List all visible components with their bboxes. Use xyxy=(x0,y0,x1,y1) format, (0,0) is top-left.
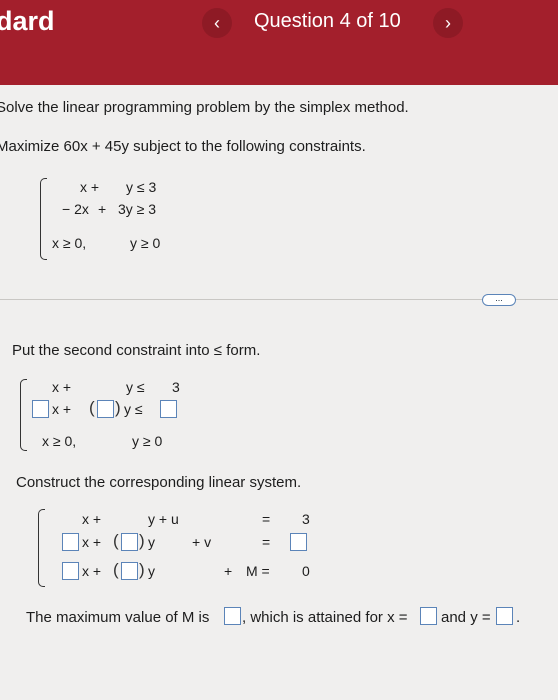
sys-r3-x-input[interactable] xyxy=(62,562,79,580)
answer-text-4: . xyxy=(516,609,521,626)
part2-prompt: Construct the corresponding linear syste… xyxy=(16,474,302,491)
question-content: Solve the linear programming problem by … xyxy=(0,85,558,700)
part1-brace xyxy=(20,379,27,451)
c2-right: 3y ≥ 3 xyxy=(118,201,157,217)
p2r3-plus: + xyxy=(224,563,233,579)
open-paren: ( xyxy=(113,560,119,579)
open-paren: ( xyxy=(113,531,119,550)
rhs-input[interactable] xyxy=(160,400,177,418)
p1r2-left: x + xyxy=(52,401,72,417)
chevron-right-icon: › xyxy=(445,13,451,33)
p1r2-mid: y ≤ xyxy=(124,401,143,417)
question-label: Question 4 of 10 xyxy=(254,10,401,32)
course-title: dard xyxy=(0,6,55,36)
p1r1-mid: y ≤ xyxy=(126,379,145,395)
p2r1-rhs: 3 xyxy=(302,511,310,527)
close-paren: ) xyxy=(139,560,145,579)
y-value-input[interactable] xyxy=(496,607,513,625)
instruction-text: Solve the linear programming problem by … xyxy=(0,99,409,116)
p1r1-rhs: 3 xyxy=(172,379,180,395)
p2r3-y: y xyxy=(148,563,155,579)
next-question-button[interactable]: › xyxy=(433,8,463,38)
max-value-input[interactable] xyxy=(224,607,241,625)
sys-r2-rhs-input[interactable] xyxy=(290,533,307,551)
answer-text-1: The maximum value of M is xyxy=(26,609,210,626)
constraint-brace xyxy=(40,178,47,260)
close-paren: ) xyxy=(139,531,145,550)
x-value-input[interactable] xyxy=(420,607,437,625)
open-paren: ( xyxy=(89,398,95,417)
p2r2-left: x + xyxy=(82,534,102,550)
c1-left: x + xyxy=(80,179,100,195)
p1-nonneg-y: y ≥ 0 xyxy=(132,433,163,449)
p2r1-left: x + xyxy=(82,511,102,527)
nonneg-x: x ≥ 0, xyxy=(52,235,87,251)
p2r2-eq: = xyxy=(262,534,271,550)
header-bar: dard ‹ Question 4 of 10 › xyxy=(0,0,558,85)
answer-text-3: and y = xyxy=(441,609,491,626)
c2-left: − 2x xyxy=(62,201,89,217)
coef-x-input[interactable] xyxy=(32,400,49,418)
p2r3-rhs: 0 xyxy=(302,563,310,579)
objective-text: Maximize 60x + 45y subject to the follow… xyxy=(0,138,366,155)
ellipsis-icon: ... xyxy=(495,293,503,303)
c2-plus: + xyxy=(98,201,107,217)
nonneg-y: y ≥ 0 xyxy=(130,235,161,251)
part2-brace xyxy=(38,509,45,587)
p2r3-m: M = xyxy=(246,563,270,579)
sys-r2-x-input[interactable] xyxy=(62,533,79,551)
prev-question-button[interactable]: ‹ xyxy=(202,8,232,38)
p2r2-v: + v xyxy=(192,534,212,550)
coef-y-input[interactable] xyxy=(97,400,114,418)
p1-nonneg-x: x ≥ 0, xyxy=(42,433,77,449)
p2r1-eq: = xyxy=(262,511,271,527)
sys-r2-y-input[interactable] xyxy=(121,533,138,551)
c1-right: y ≤ 3 xyxy=(126,179,157,195)
p2r3-left: x + xyxy=(82,563,102,579)
p2r2-y: y xyxy=(148,534,155,550)
p1r1-left: x + xyxy=(52,379,72,395)
sys-r3-y-input[interactable] xyxy=(121,562,138,580)
expand-button[interactable]: ... xyxy=(482,294,516,306)
divider xyxy=(0,299,558,300)
answer-text-2: , which is attained for x = xyxy=(242,609,408,626)
p2r1-mid: y + u xyxy=(148,511,179,527)
close-paren: ) xyxy=(115,398,121,417)
chevron-left-icon: ‹ xyxy=(214,13,220,33)
part1-prompt: Put the second constraint into ≤ form. xyxy=(12,342,261,359)
